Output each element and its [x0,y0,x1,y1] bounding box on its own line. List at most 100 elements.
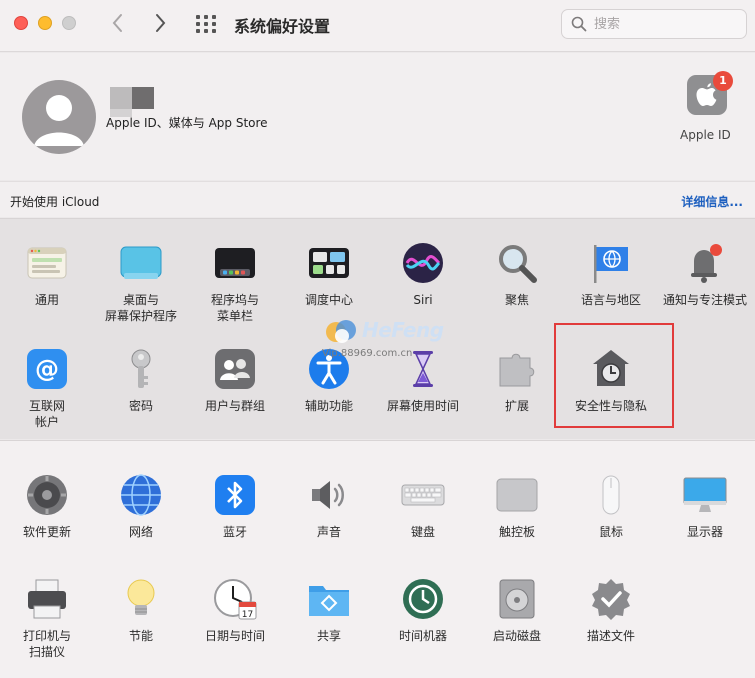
search-icon [571,16,587,32]
person-icon [34,95,84,146]
pref-internet-accounts[interactable]: @ 互联网 帐户 [0,346,94,430]
search-field[interactable] [561,9,747,39]
pref-mission-control[interactable]: 调度中心 [282,240,376,308]
pref-language-region[interactable]: 语言与地区 [564,240,658,308]
pref-label: 辅助功能 [304,399,353,413]
pref-network[interactable]: 网络 [94,472,188,540]
pref-dock-menubar[interactable]: 程序坞与 菜单栏 [188,240,282,324]
pref-siri[interactable]: Siri [376,240,470,308]
pref-label: 触控板 [498,525,535,539]
extensions-icon [494,346,540,392]
pref-label: Siri [413,293,433,307]
pref-displays[interactable]: 显示器 [658,472,752,540]
pref-software-update[interactable]: 软件更新 [0,472,94,540]
svg-text:@: @ [35,355,59,383]
general-icon [24,240,70,286]
notification-badge: 1 [713,71,733,91]
zoom-window-button[interactable] [62,16,76,30]
mouse-icon [588,472,634,518]
chevron-right-icon [156,14,166,32]
pref-profiles[interactable]: 描述文件 [564,576,658,644]
pref-label: 键盘 [410,525,435,539]
pref-label: 打印机与 扫描仪 [22,629,71,659]
keyboard-icon [400,472,446,518]
pref-bluetooth[interactable]: 蓝牙 [188,472,282,540]
pref-label: 时间机器 [398,629,447,643]
sharing-icon [306,576,352,622]
pref-users-groups[interactable]: 用户与群组 [188,346,282,414]
pref-label: 扩展 [504,399,529,413]
pref-sharing[interactable]: 共享 [282,576,376,644]
chevron-left-icon [112,14,122,32]
dock-menubar-icon [212,240,258,286]
software-update-icon [24,472,70,518]
printers-scanners-icon [24,576,70,622]
energy-saver-icon [118,576,164,622]
pref-spotlight[interactable]: 聚焦 [470,240,564,308]
internet-accounts-icon: @ [24,346,70,392]
search-input[interactable] [594,15,734,33]
siri-icon [400,240,446,286]
pref-label: 互联网 帐户 [28,399,65,429]
accessibility-icon [306,346,352,392]
account-subtitle[interactable]: Apple ID、媒体与 App Store [106,114,268,131]
grid-icon [196,15,216,33]
close-window-button[interactable] [14,16,28,30]
pref-label: 桌面与 屏幕保护程序 [104,293,177,323]
pref-label: 调度中心 [304,293,353,307]
icloud-banner: 开始使用 iCloud 详细信息... [0,181,755,217]
show-all-button[interactable] [195,14,217,34]
time-machine-icon [400,576,446,622]
minimize-window-button[interactable] [38,16,52,30]
pref-trackpad[interactable]: 触控板 [470,472,564,540]
account-header: Apple ID、媒体与 App Store 1 Apple ID [0,53,755,180]
pref-mouse[interactable]: 鼠标 [564,472,658,540]
pref-startup-disk[interactable]: 启动磁盘 [470,576,564,644]
notifications-icon [682,240,728,286]
passwords-icon [118,346,164,392]
profiles-icon [588,576,634,622]
pref-label: 程序坞与 菜单栏 [210,293,259,323]
pref-desktop-screensaver[interactable]: 桌面与 屏幕保护程序 [94,240,188,324]
pref-label: 软件更新 [22,525,71,539]
pref-printers-scanners[interactable]: 打印机与 扫描仪 [0,576,94,660]
network-icon [118,472,164,518]
pref-label: 显示器 [686,525,723,539]
pref-energy-saver[interactable]: 节能 [94,576,188,644]
pref-label: 通知与专注模式 [662,293,747,307]
pref-label: 用户与群组 [204,399,265,413]
icloud-details-link[interactable]: 详细信息... [681,193,743,210]
pref-general[interactable]: 通用 [0,240,94,308]
window-title: 系统偏好设置 [234,17,331,36]
redacted-name-block [110,87,132,109]
pref-label: 聚焦 [504,293,529,307]
screen-time-icon [400,346,446,392]
startup-disk-icon [494,576,540,622]
pref-label: 屏幕使用时间 [386,399,459,413]
pref-sound[interactable]: 声音 [282,472,376,540]
pref-label: 蓝牙 [222,525,247,539]
pref-label: 共享 [316,629,341,643]
back-button[interactable] [108,12,128,34]
pref-label: 日期与时间 [204,629,265,643]
pref-extensions[interactable]: 扩展 [470,346,564,414]
redacted-name-block [132,87,154,109]
pref-screen-time[interactable]: 屏幕使用时间 [376,346,470,414]
pref-time-machine[interactable]: 时间机器 [376,576,470,644]
icloud-prompt: 开始使用 iCloud [10,195,100,209]
pref-keyboard[interactable]: 键盘 [376,472,470,540]
bluetooth-icon [212,472,258,518]
pref-label: 密码 [128,399,153,413]
user-avatar[interactable] [22,80,96,154]
forward-button[interactable] [150,12,170,34]
pref-passwords[interactable]: 密码 [94,346,188,414]
language-region-icon [588,240,634,286]
window-toolbar: 系统偏好设置 [0,0,755,52]
pref-accessibility[interactable]: 辅助功能 [282,346,376,414]
apple-id-label[interactable]: Apple ID [680,128,731,142]
mission-control-icon [306,240,352,286]
pref-date-time[interactable]: 17 日期与时间 [188,576,282,644]
highlight-box [554,323,674,428]
date-time-icon: 17 [212,576,258,622]
pref-notifications[interactable]: 通知与专注模式 [658,240,752,308]
